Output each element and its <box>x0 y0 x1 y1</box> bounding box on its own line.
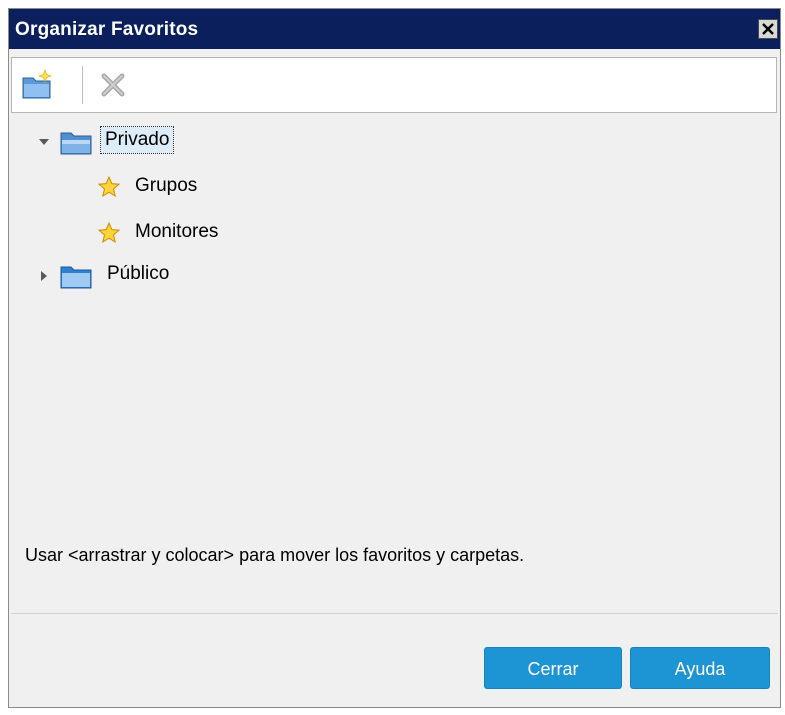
close-dialog-button[interactable]: Cerrar <box>484 647 622 689</box>
toolbar-separator <box>82 66 83 104</box>
tree-node-label: Público <box>107 263 170 284</box>
favorites-tree: Privado Grupos Monitores Público <box>9 125 782 505</box>
delete-icon <box>101 73 125 97</box>
open-folder-icon <box>60 132 92 155</box>
close-button[interactable] <box>758 19 778 39</box>
tree-node-label[interactable]: Privado <box>99 126 175 154</box>
close-icon <box>762 23 774 35</box>
title-bar[interactable]: Organizar Favoritos <box>9 9 780 49</box>
new-folder-icon <box>22 69 52 99</box>
help-button[interactable]: Ayuda <box>630 647 770 689</box>
tree-node-label: Monitores <box>135 221 219 242</box>
tree-node-publico[interactable]: Público <box>29 259 429 293</box>
drag-drop-hint: Usar <arrastrar y colocar> para mover lo… <box>25 545 525 565</box>
dialog-title: Organizar Favoritos <box>15 19 199 40</box>
tree-node-privado[interactable]: Privado <box>29 125 429 159</box>
star-icon <box>97 175 121 198</box>
new-folder-button[interactable] <box>20 68 56 104</box>
organize-favorites-dialog: Organizar Favoritos Privado Grupos Monit… <box>8 8 781 708</box>
toolbar <box>11 57 777 113</box>
folder-icon <box>60 266 92 289</box>
expand-arrow-right-icon[interactable] <box>37 269 51 283</box>
tree-node-grupos[interactable]: Grupos <box>97 171 397 205</box>
tree-node-monitores[interactable]: Monitores <box>97 217 397 251</box>
star-icon <box>97 221 121 244</box>
expand-arrow-down-icon[interactable] <box>37 135 51 149</box>
delete-button[interactable] <box>96 68 132 104</box>
footer-divider <box>11 613 778 614</box>
tree-node-label: Grupos <box>135 175 198 196</box>
